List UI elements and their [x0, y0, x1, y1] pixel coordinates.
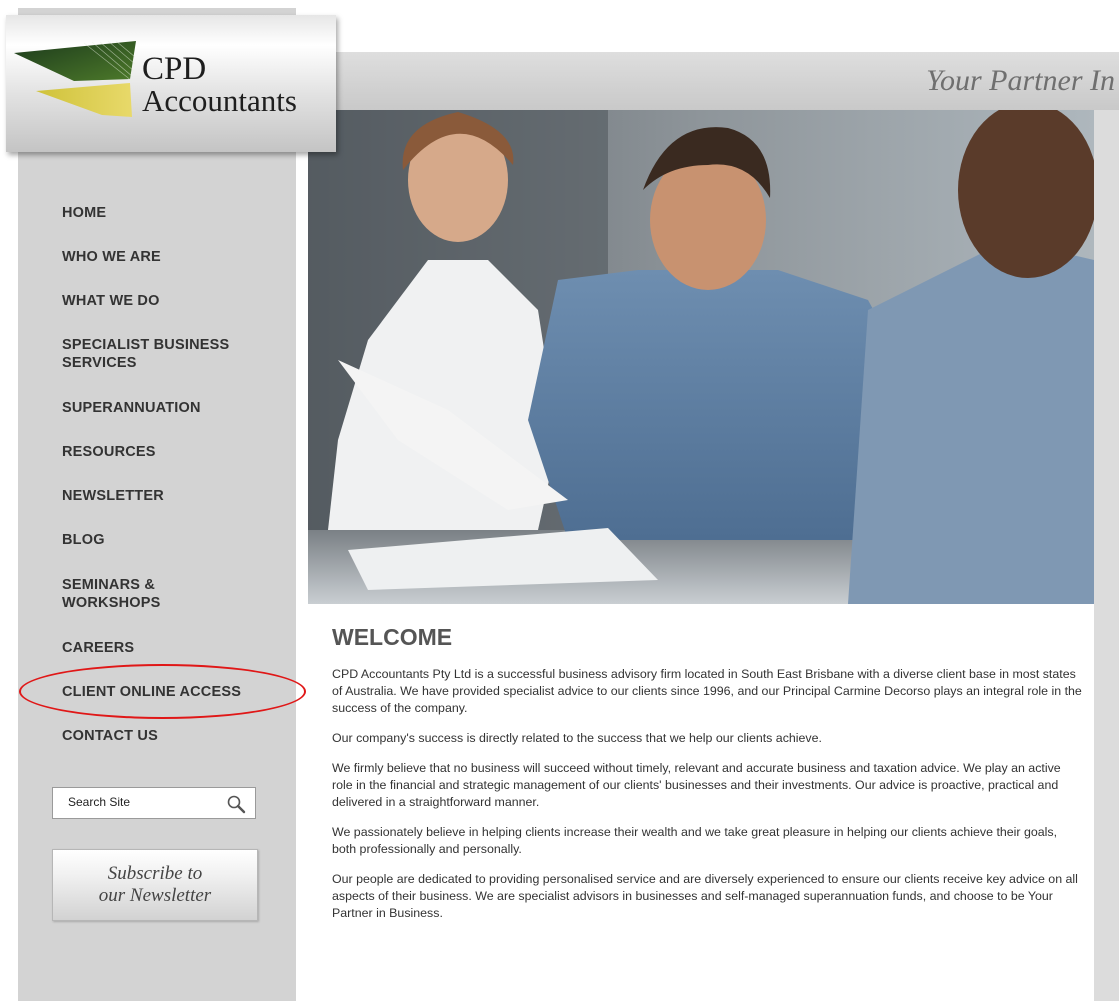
nav-item-home[interactable]: HOME [62, 204, 292, 222]
header-tagline: Your Partner In [926, 64, 1115, 97]
intro-paragraph-2: Our company's success is directly relate… [332, 731, 822, 745]
logo-text-line2: Accountants [142, 83, 297, 118]
intro-paragraph-4: We passionately believe in helping clien… [332, 825, 1058, 856]
right-edge-panel [1094, 110, 1119, 1001]
search-box[interactable]: Search Site [52, 787, 256, 819]
intro-paragraph-5: Our people are dedicated to providing pe… [332, 872, 1078, 920]
hero-image [308, 110, 1094, 604]
logo[interactable]: CPD Accountants [6, 15, 336, 152]
subscribe-newsletter-button[interactable]: Subscribe to our Newsletter [52, 849, 258, 921]
intro-paragraph-3: We firmly believe that no business will … [332, 761, 1061, 809]
nav-item-resources[interactable]: RESOURCES [62, 443, 292, 461]
search-input[interactable]: Search Site [68, 795, 130, 809]
page-title: WELCOME [332, 624, 453, 650]
main-content: WELCOME CPD Accountants Pty Ltd is a suc… [332, 622, 1082, 935]
highlight-ellipse-annotation [19, 664, 306, 719]
nav-item-seminars-workshops[interactable]: SEMINARS & WORKSHOPS [62, 576, 192, 612]
nav-item-specialist-business-services[interactable]: SPECIALIST BUSINESS SERVICES [62, 336, 262, 372]
nav-item-what-we-do[interactable]: WHAT WE DO [62, 292, 292, 310]
nav-item-careers[interactable]: CAREERS [62, 639, 292, 657]
logo-emblem-icon [14, 40, 136, 117]
header-banner: Your Partner In [296, 52, 1119, 110]
subscribe-label-line1: Subscribe to [107, 863, 203, 884]
nav-item-who-we-are[interactable]: WHO WE ARE [62, 248, 292, 266]
subscribe-label-line2: our Newsletter [98, 885, 212, 906]
nav-item-contact-us[interactable]: CONTACT US [62, 727, 292, 745]
intro-paragraph-1: CPD Accountants Pty Ltd is a successful … [332, 667, 1082, 715]
nav-item-blog[interactable]: BLOG [62, 531, 292, 549]
nav-item-newsletter[interactable]: NEWSLETTER [62, 487, 292, 505]
logo-text-line1: CPD [142, 51, 207, 87]
nav-item-superannuation[interactable]: SUPERANNUATION [62, 399, 292, 417]
search-icon[interactable] [226, 794, 246, 819]
